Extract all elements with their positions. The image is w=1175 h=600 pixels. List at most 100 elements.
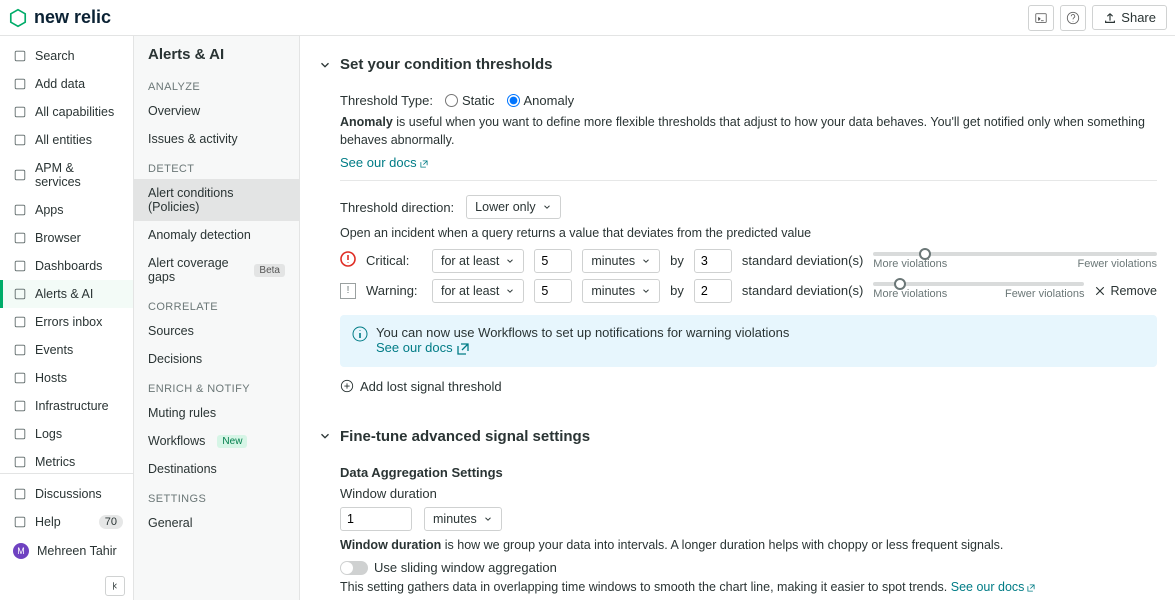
primary-nav: SearchAdd dataAll capabilitiesAll entiti… xyxy=(0,36,134,600)
chevron-down-icon xyxy=(318,58,332,72)
see-docs-link[interactable]: See our docs xyxy=(340,155,429,170)
sidebar-item-anomaly-detection[interactable]: Anomaly detection xyxy=(134,221,299,249)
warning-for-select[interactable]: for at least xyxy=(432,279,524,303)
add-lost-signal-button[interactable]: Add lost signal threshold xyxy=(340,379,1157,394)
banner-docs-link[interactable]: See our docs xyxy=(376,340,471,355)
warning-slider[interactable]: More violationsFewer violations xyxy=(873,282,1084,300)
pill-badge: New xyxy=(217,435,247,448)
nav-item-apps[interactable]: Apps xyxy=(0,196,133,224)
workflows-info-banner: You can now use Workflows to set up noti… xyxy=(340,315,1157,367)
nav-item-dashboards[interactable]: Dashboards xyxy=(0,252,133,280)
topbar: new relic Share xyxy=(0,0,1175,36)
nav-item-infrastructure[interactable]: Infrastructure xyxy=(0,392,133,420)
nav-item-logs[interactable]: Logs xyxy=(0,420,133,448)
sidebar-item-issues-activity[interactable]: Issues & activity xyxy=(134,125,299,153)
search-icon xyxy=(13,49,27,63)
grid-icon xyxy=(13,105,27,119)
nav-footer-mehreen-tahir[interactable]: MMehreen Tahir xyxy=(0,536,133,566)
inbox-icon xyxy=(13,315,27,329)
share-label: Share xyxy=(1121,10,1156,25)
info-icon xyxy=(352,326,368,342)
close-icon xyxy=(1094,285,1106,297)
collapse-nav-button[interactable] xyxy=(105,576,125,596)
logo[interactable]: new relic xyxy=(8,7,111,28)
browser-icon xyxy=(13,231,27,245)
by-label: by xyxy=(670,253,684,268)
nav-item-add-data[interactable]: Add data xyxy=(0,70,133,98)
nav-item-all-capabilities[interactable]: All capabilities xyxy=(0,98,133,126)
window-duration-label: Window duration xyxy=(340,486,1157,501)
help-icon[interactable] xyxy=(1060,5,1086,31)
warning-count-input[interactable] xyxy=(534,279,572,303)
pill-badge: Beta xyxy=(254,264,285,277)
nav-item-search[interactable]: Search xyxy=(0,42,133,70)
chevron-down-icon xyxy=(318,429,332,443)
warning-label: Warning: xyxy=(366,283,422,298)
external-link-icon xyxy=(419,159,429,169)
share-button[interactable]: Share xyxy=(1092,5,1167,30)
nav-group-label: SETTINGS xyxy=(134,483,299,509)
nav-footer-discussions[interactable]: Discussions xyxy=(0,480,133,508)
critical-count-input[interactable] xyxy=(534,249,572,273)
hosts-icon xyxy=(13,371,27,385)
sidebar-item-overview[interactable]: Overview xyxy=(134,97,299,125)
sidebar-item-alert-conditions-policies-[interactable]: Alert conditions (Policies) xyxy=(134,179,299,221)
apps-icon xyxy=(13,203,27,217)
threshold-type-static[interactable]: Static xyxy=(445,93,495,108)
discuss-icon xyxy=(13,487,27,501)
sliding-window-toggle[interactable]: Use sliding window aggregation xyxy=(340,560,1157,575)
share-icon xyxy=(1103,11,1117,25)
section-toggle[interactable]: Fine-tune advanced signal settings xyxy=(318,422,1157,451)
warning-units-select[interactable]: minutes xyxy=(582,279,660,303)
nav-item-browser[interactable]: Browser xyxy=(0,224,133,252)
sliding-docs-link[interactable]: See our docs xyxy=(951,580,1037,594)
agg-settings-heading: Data Aggregation Settings xyxy=(340,465,1157,480)
section-toggle[interactable]: Set your condition thresholds xyxy=(318,50,1157,79)
nav-item-events[interactable]: Events xyxy=(0,336,133,364)
sidebar-item-decisions[interactable]: Decisions xyxy=(134,345,299,373)
sidebar-item-workflows[interactable]: WorkflowsNew xyxy=(134,427,299,455)
nav-item-apm-services[interactable]: APM & services xyxy=(0,154,133,196)
sidebar-item-destinations[interactable]: Destinations xyxy=(134,455,299,483)
sidebar-item-alert-coverage-gaps[interactable]: Alert coverage gapsBeta xyxy=(134,249,299,291)
critical-units-select[interactable]: minutes xyxy=(582,249,660,273)
std-dev-label: standard deviation(s) xyxy=(742,283,863,298)
threshold-type-anomaly[interactable]: Anomaly xyxy=(507,93,575,108)
sidebar-item-sources[interactable]: Sources xyxy=(134,317,299,345)
warning-dev-input[interactable] xyxy=(694,279,732,303)
nav-item-all-entities[interactable]: All entities xyxy=(0,126,133,154)
logo-text: new relic xyxy=(34,7,111,28)
remove-warning-button[interactable]: Remove xyxy=(1094,284,1157,298)
sliding-window-desc: This setting gathers data in overlapping… xyxy=(340,579,1157,597)
avatar-icon: M xyxy=(13,543,29,559)
nav-item-metrics[interactable]: Metrics xyxy=(0,448,133,473)
external-link-icon xyxy=(1026,583,1036,593)
threshold-type-label: Threshold Type: xyxy=(340,93,433,108)
chevron-down-icon xyxy=(542,202,552,212)
terminal-icon[interactable] xyxy=(1028,5,1054,31)
alerts-icon xyxy=(13,287,27,301)
open-incident-text: Open an incident when a query returns a … xyxy=(340,225,1157,243)
sidebar-item-muting-rules[interactable]: Muting rules xyxy=(134,399,299,427)
critical-for-select[interactable]: for at least xyxy=(432,249,524,273)
dash-icon xyxy=(13,259,27,273)
plus-icon xyxy=(13,77,27,91)
nav-item-errors-inbox[interactable]: Errors inbox xyxy=(0,308,133,336)
infra-icon xyxy=(13,399,27,413)
external-link-icon xyxy=(455,341,471,357)
sidebar-item-general[interactable]: General xyxy=(134,509,299,537)
nav-footer-help[interactable]: Help70 xyxy=(0,508,133,536)
nav-item-alerts-ai[interactable]: Alerts & AI xyxy=(0,280,133,308)
critical-threshold-row: Critical: for at least minutes by standa… xyxy=(340,249,1157,273)
critical-dev-input[interactable] xyxy=(694,249,732,273)
threshold-direction-select[interactable]: Lower only xyxy=(466,195,560,219)
nav-group-label: DETECT xyxy=(134,153,299,179)
window-duration-units-select[interactable]: minutes xyxy=(424,507,502,531)
critical-slider[interactable]: More violationsFewer violations xyxy=(873,252,1157,270)
window-duration-input[interactable] xyxy=(340,507,412,531)
nav-item-hosts[interactable]: Hosts xyxy=(0,364,133,392)
anomaly-description: Anomaly is useful when you want to defin… xyxy=(340,114,1157,149)
condition-thresholds-section: Set your condition thresholds Threshold … xyxy=(318,50,1157,406)
warning-icon: ! xyxy=(340,283,356,299)
sliding-window-label: Use sliding window aggregation xyxy=(374,560,557,575)
